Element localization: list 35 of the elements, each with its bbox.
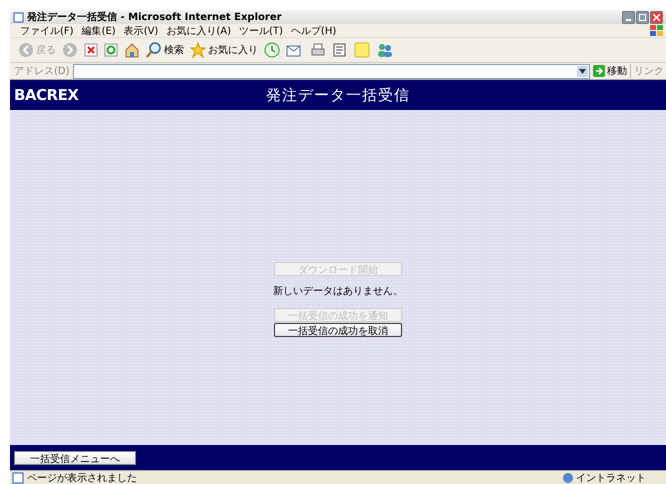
zone-label: イントラネット xyxy=(562,470,646,484)
minimize-button[interactable] xyxy=(622,10,635,24)
menu-item[interactable]: ヘルプ(H) xyxy=(290,24,336,38)
menu-item[interactable]: お気に入り(A) xyxy=(166,24,231,38)
close-button[interactable] xyxy=(650,10,663,24)
go-button[interactable]: 移動 xyxy=(593,64,627,78)
favorites-button[interactable]: お気に入り xyxy=(190,42,258,58)
dropdown-arrow-icon[interactable] xyxy=(577,66,588,76)
home-icon[interactable] xyxy=(124,42,140,58)
page-icon xyxy=(12,472,24,484)
menu-item[interactable]: ファイル(F) xyxy=(20,24,74,38)
star-icon xyxy=(190,42,206,58)
maximize-icon xyxy=(639,14,646,20)
search-button[interactable]: 検索 xyxy=(146,42,184,58)
page-icon xyxy=(13,12,24,22)
arrow-icon xyxy=(593,65,605,77)
address-label: アドレス(D) xyxy=(14,65,70,78)
windows-logo-icon xyxy=(650,24,664,36)
people-icon[interactable] xyxy=(376,42,394,58)
stop-icon[interactable] xyxy=(84,43,98,57)
menu-item[interactable]: 編集(E) xyxy=(82,24,116,38)
cancel-button[interactable]: 一括受信の成功を取消 xyxy=(274,323,402,337)
page-title: 発注データ一括受信 xyxy=(266,86,410,104)
menu-button[interactable]: 一括受信メニューへ xyxy=(14,450,136,464)
search-icon xyxy=(146,42,162,58)
address-field[interactable] xyxy=(72,64,590,78)
menu-item[interactable]: ツール(T) xyxy=(239,24,283,38)
logo: BACREX xyxy=(14,86,78,104)
maximize-button[interactable] xyxy=(636,10,649,24)
menu-item[interactable]: 表示(V) xyxy=(124,24,158,38)
status-message: 新しいデータはありません。 xyxy=(273,284,403,298)
window-title: 発注データ一括受信 - Microsoft Internet Explorer xyxy=(27,10,283,24)
status-text: ページが表示されました xyxy=(27,472,138,484)
close-icon xyxy=(653,14,660,20)
print-icon[interactable] xyxy=(310,42,326,58)
